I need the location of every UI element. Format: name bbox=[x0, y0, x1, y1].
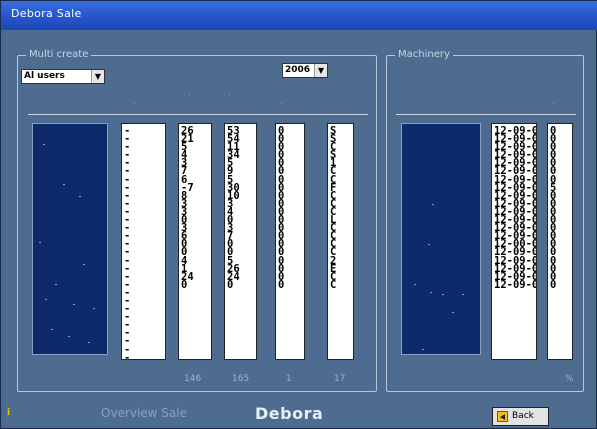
header-divider bbox=[28, 114, 368, 115]
machinery-values: 0 0 0 0 0 0 0 5 0 0 0 0 0 0 0 0 0 0 0 0 bbox=[550, 125, 557, 291]
header-hint-1: · bbox=[133, 99, 136, 108]
window-title: Debora Sale bbox=[11, 7, 82, 20]
back-button-label: Back bbox=[512, 411, 534, 421]
column-b-footer: 146 bbox=[184, 374, 202, 384]
debora-logo-text: Debora bbox=[255, 404, 324, 423]
column-c-footer: 165 bbox=[232, 374, 250, 384]
column-c: 53 54 11 34 5 9 5 30 10 3 4 0 3 7 0 0 5 … bbox=[224, 123, 257, 360]
multi-create-group: Multi create Al users ▼ 2006 ▼ · · · · -… bbox=[17, 49, 377, 392]
chevron-down-icon[interactable]: ▼ bbox=[91, 70, 104, 83]
column-a-values: - - - - - - - - - - - - - - - - - - - - … bbox=[124, 125, 131, 360]
machinery-group: Machinery · 12-09-06 12-09-06 12-09-06 1… bbox=[386, 49, 584, 392]
column-e-values: S S C S 1 C C F C C C L C C C C 2 E C C bbox=[330, 125, 337, 291]
dates-column-values: 12-09-06 12-09-06 12-09-06 12-09-06 12-0… bbox=[494, 125, 536, 291]
column-d: 0 0 0 0 0 0 0 0 0 0 0 0 0 0 0 0 0 0 0 0 bbox=[275, 123, 305, 360]
info-icon: i bbox=[7, 408, 11, 418]
column-c-values: 53 54 11 34 5 9 5 30 10 3 4 0 3 7 0 0 5 … bbox=[227, 125, 240, 291]
column-e: S S C S 1 C C F C C C L C C C C 2 E C C bbox=[327, 123, 354, 360]
header-hint-2: · bbox=[188, 91, 191, 100]
right-header-divider bbox=[396, 114, 576, 115]
header-hint-4: · bbox=[280, 99, 283, 108]
header-hint-right: · bbox=[552, 99, 555, 108]
overview-sale-label: Overview Sale bbox=[101, 406, 187, 420]
column-d-values: 0 0 0 0 0 0 0 0 0 0 0 0 0 0 0 0 0 0 0 0 bbox=[278, 125, 285, 291]
right-chart-panel bbox=[401, 123, 481, 355]
user-select[interactable]: Al users ▼ bbox=[21, 69, 105, 84]
column-b-values: 26 21 5 4 3 7 6 -7 8 3 3 0 3 6 0 0 4 1 2… bbox=[181, 125, 194, 291]
multi-create-legend: Multi create bbox=[26, 49, 92, 60]
column-b: 26 21 5 4 3 7 6 -7 8 3 3 0 3 6 0 0 4 1 2… bbox=[178, 123, 212, 360]
dates-column: 12-09-06 12-09-06 12-09-06 12-09-06 12-0… bbox=[491, 123, 537, 360]
column-d-footer: 1 bbox=[286, 374, 292, 384]
back-button[interactable]: Back bbox=[492, 407, 549, 426]
chevron-down-icon[interactable]: ▼ bbox=[314, 64, 327, 77]
column-a: - - - - - - - - - - - - - - - - - - - - … bbox=[121, 123, 166, 360]
machinery-footer: % bbox=[565, 374, 574, 384]
column-e-footer: 17 bbox=[334, 374, 346, 384]
year-select-value: 2006 bbox=[285, 65, 311, 75]
title-bar: Debora Sale bbox=[1, 1, 597, 30]
machinery-values-column: 0 0 0 0 0 0 0 5 0 0 0 0 0 0 0 0 0 0 0 0 bbox=[547, 123, 573, 360]
app-window: Debora Sale Multi create Al users ▼ 2006… bbox=[0, 0, 597, 429]
machinery-legend: Machinery bbox=[395, 49, 453, 60]
back-arrow-icon bbox=[497, 411, 508, 422]
left-chart-panel bbox=[32, 123, 108, 355]
year-select[interactable]: 2006 ▼ bbox=[282, 63, 328, 78]
user-select-value: Al users bbox=[24, 71, 65, 81]
header-hint-3: · bbox=[228, 91, 231, 100]
client-area: Multi create Al users ▼ 2006 ▼ · · · · -… bbox=[7, 30, 592, 426]
